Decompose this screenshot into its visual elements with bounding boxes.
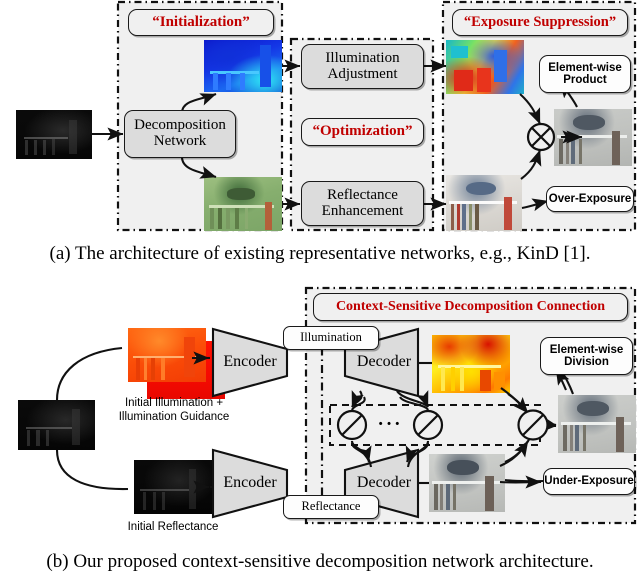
csdc-ellipsis-text: ··· xyxy=(377,414,403,435)
initial-reflectance-map-a xyxy=(204,177,282,231)
element-wise-division-operator xyxy=(517,409,549,441)
caption-initial-reflectance-text: Initial Reflectance xyxy=(127,521,219,533)
group-label-optimization-text: “Optimization” xyxy=(312,123,413,140)
callout-under-exposure-label: Under-Exposure xyxy=(544,475,634,488)
label-decoder-reflectance-text: Decoder xyxy=(356,474,412,491)
block-reflectance-enhancement-label: Reflectance Enhancement xyxy=(321,186,404,219)
decoded-reflectance-map xyxy=(429,454,505,512)
block-illumination-adjustment-label: Illumination Adjustment xyxy=(325,49,400,82)
label-encoder-illumination-text: Encoder xyxy=(223,353,277,370)
block-decomposition-network[interactable]: Decomposition Network xyxy=(124,110,236,158)
csdc-ellipsis: ··· xyxy=(372,412,408,438)
group-label-initialization: “Initialization” xyxy=(128,9,274,36)
group-label-csdc: Context-Sensitive Decomposition Connecti… xyxy=(313,293,628,321)
input-low-light-image-b xyxy=(18,400,95,450)
tag-illumination-branch[interactable]: Illumination xyxy=(283,326,379,350)
initial-reflectance-image xyxy=(134,460,212,514)
caption-panel-a: (a) The architecture of existing represe… xyxy=(0,243,640,265)
caption-panel-a-text: (a) The architecture of existing represe… xyxy=(49,243,591,264)
caption-initial-reflectance: Initial Reflectance xyxy=(103,517,243,535)
group-label-optimization: “Optimization” xyxy=(301,118,424,146)
initial-illumination-front xyxy=(128,328,206,382)
final-result-image-b xyxy=(558,395,636,453)
csdc-node-2 xyxy=(412,409,444,441)
decoded-illumination-map xyxy=(432,335,510,393)
label-encoder-illumination: Encoder xyxy=(213,350,287,374)
final-result-image-a xyxy=(554,109,632,166)
input-low-light-image-a xyxy=(16,110,92,159)
csdc-node-1 xyxy=(336,409,368,441)
element-wise-product-operator xyxy=(526,122,556,152)
callout-over-exposure[interactable]: Over-Exposure xyxy=(546,186,634,212)
callout-over-exposure-label: Over-Exposure xyxy=(548,192,632,205)
group-label-exposure-suppression: “Exposure Suppression” xyxy=(452,9,628,36)
adjusted-illumination-map-a xyxy=(446,40,524,94)
block-illumination-adjustment[interactable]: Illumination Adjustment xyxy=(301,44,424,89)
callout-element-wise-product-label: Element-wise Product xyxy=(548,61,622,86)
callout-element-wise-division[interactable]: Element-wise Division xyxy=(540,337,633,375)
csdc-inner-dashed-box xyxy=(329,404,541,446)
block-reflectance-enhancement[interactable]: Reflectance Enhancement xyxy=(301,181,424,226)
group-label-initialization-text: “Initialization” xyxy=(152,13,250,30)
enhanced-reflectance-map-a xyxy=(446,175,522,231)
block-decomposition-network-label: Decomposition Network xyxy=(134,117,226,149)
figure-root: “Initialization” Decomposition Network I… xyxy=(0,0,640,584)
callout-element-wise-division-label: Element-wise Division xyxy=(549,343,624,368)
label-decoder-illumination-text: Decoder xyxy=(356,353,412,370)
label-decoder-reflectance: Decoder xyxy=(347,471,421,495)
callout-under-exposure[interactable]: Under-Exposure xyxy=(543,468,635,495)
label-decoder-illumination: Decoder xyxy=(347,350,421,374)
tag-reflectance-branch[interactable]: Reflectance xyxy=(283,495,379,519)
group-label-exposure-suppression-text: “Exposure Suppression” xyxy=(463,13,617,30)
caption-initial-illumination-text: Initial Illumination + Illumination Guid… xyxy=(118,397,230,424)
label-encoder-reflectance: Encoder xyxy=(213,471,287,495)
caption-initial-illumination: Initial Illumination + Illumination Guid… xyxy=(104,396,244,425)
tag-illumination-branch-label: Illumination xyxy=(300,330,362,345)
group-label-csdc-text: Context-Sensitive Decomposition Connecti… xyxy=(335,298,606,314)
initial-illumination-map-a xyxy=(204,40,282,92)
tag-reflectance-branch-label: Reflectance xyxy=(301,499,361,514)
caption-panel-b-text: (b) Our proposed context-sensitive decom… xyxy=(46,551,594,572)
label-encoder-reflectance-text: Encoder xyxy=(223,474,277,491)
callout-element-wise-product[interactable]: Element-wise Product xyxy=(539,55,631,93)
caption-panel-b: (b) Our proposed context-sensitive decom… xyxy=(0,551,640,573)
